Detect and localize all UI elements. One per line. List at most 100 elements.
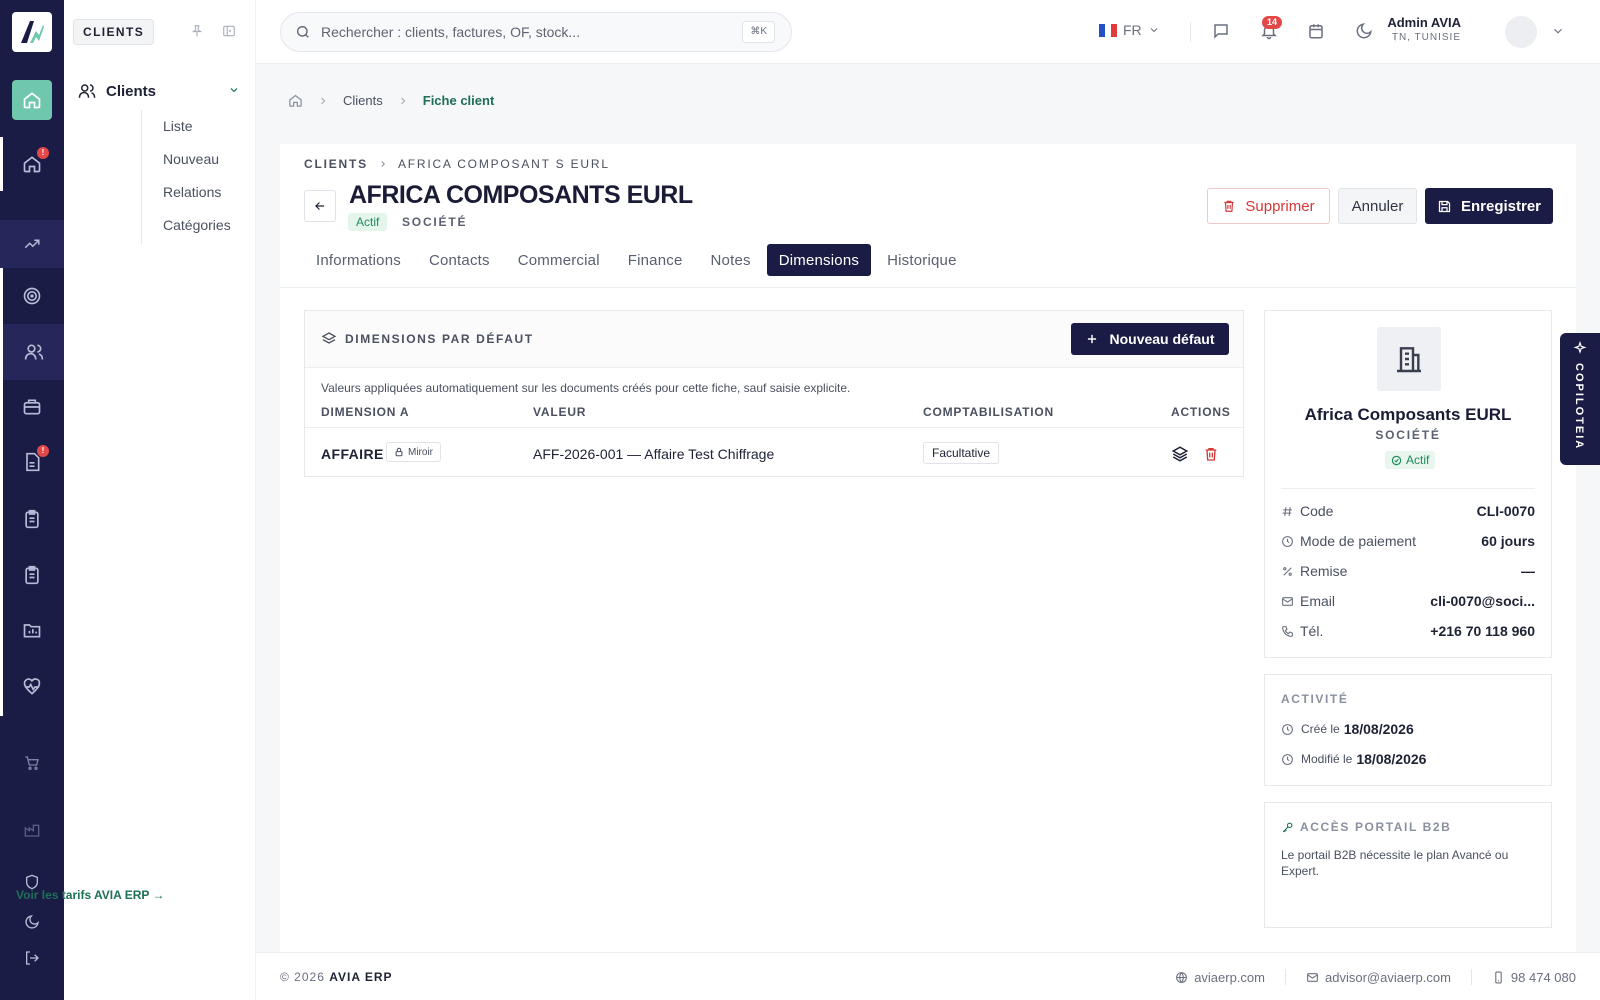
search-input[interactable]	[321, 24, 731, 40]
field-phone: Tél. +216 70 118 960	[1281, 623, 1535, 639]
user-menu[interactable]: Admin AVIA TN, TUNISIE	[1387, 15, 1461, 43]
footer-email[interactable]: advisor@aviaerp.com	[1306, 970, 1451, 985]
rail-orders-button[interactable]	[12, 499, 52, 539]
activity-title: ACTIVITÉ	[1281, 692, 1349, 706]
profile-card: Africa Composants EURL SOCIÉTÉ Actif Cod…	[1264, 310, 1552, 658]
footer-brand: AVIA ERP	[329, 970, 393, 984]
breadcrumb-clients[interactable]: Clients	[343, 93, 383, 108]
moon-icon[interactable]	[1355, 22, 1373, 40]
tab-historique[interactable]: Historique	[875, 244, 969, 276]
rail-sales-button[interactable]	[0, 220, 64, 268]
rail-clients-button[interactable]	[3, 324, 64, 380]
created-value: 18/08/2026	[1343, 721, 1414, 737]
lock-icon	[395, 447, 403, 457]
chevron-down-icon[interactable]	[1551, 24, 1565, 38]
calendar-icon[interactable]	[1307, 22, 1325, 40]
tab-notes[interactable]: Notes	[699, 244, 763, 276]
footer-phone[interactable]: 98 474 080	[1492, 970, 1576, 985]
footer-phone-label: 98 474 080	[1510, 969, 1576, 985]
trash-icon[interactable]	[1203, 445, 1219, 463]
moon-icon	[25, 915, 39, 929]
back-button[interactable]	[304, 190, 336, 222]
created-label: Créé le	[1301, 722, 1340, 736]
language-selector[interactable]: FR	[1099, 22, 1160, 38]
sidebar-group-label: Clients	[106, 82, 157, 100]
shortcut-hint: ⌘K	[742, 21, 775, 43]
rail-cart-button[interactable]	[12, 743, 52, 783]
rail-invoices-button[interactable]: !	[12, 442, 52, 482]
b2b-header: ACCÈS PORTAIL B2B	[1281, 820, 1451, 834]
copilot-tab[interactable]: COPILOTEIA	[1560, 333, 1600, 465]
header-section[interactable]: CLIENTS	[304, 157, 368, 171]
page-title: AFRICA COMPOSANTS EURL	[349, 181, 693, 209]
notification-count: 14	[1262, 16, 1283, 29]
b2b-text: Le portail B2B nécessite le plan Avancé …	[1281, 848, 1509, 878]
pin-icon[interactable]	[190, 24, 204, 38]
layers-icon[interactable]	[1171, 445, 1189, 463]
footer-copyright: © 2026 AVIA ERP	[280, 970, 393, 984]
app-logo[interactable]	[12, 12, 52, 52]
rail-health-button[interactable]	[12, 667, 52, 707]
chevron-down-icon	[1150, 28, 1158, 33]
tab-informations[interactable]: Informations	[304, 244, 413, 276]
rail-factory-button[interactable]	[12, 810, 52, 850]
tab-contacts[interactable]: Contacts	[417, 244, 502, 276]
heart-pulse-icon	[23, 678, 41, 695]
delete-button[interactable]: Supprimer	[1207, 188, 1330, 224]
field-value: 60 jours	[1481, 533, 1535, 549]
modified-row: Modifié le 18/08/2026	[1281, 751, 1426, 767]
save-label: Enregistrer	[1460, 197, 1542, 215]
section-tag: CLIENTS	[73, 19, 155, 45]
tab-finance[interactable]: Finance	[616, 244, 695, 276]
profile-status: Actif	[1406, 453, 1430, 467]
sparkle-icon	[1573, 341, 1587, 355]
footer-site[interactable]: aviaerp.com	[1175, 970, 1265, 985]
rail-reports-button[interactable]	[12, 610, 52, 650]
collapse-sidebar-icon[interactable]	[222, 24, 236, 38]
sidebar-item-liste[interactable]: Liste	[163, 118, 193, 134]
tab-dimensions[interactable]: Dimensions	[766, 244, 872, 276]
dimensions-description: Valeurs appliquées automatiquement sur l…	[321, 381, 851, 395]
sidebar-item-relations[interactable]: Relations	[163, 184, 221, 200]
home-icon[interactable]	[288, 93, 303, 108]
sidebar-item-nouveau[interactable]: Nouveau	[163, 151, 219, 167]
b2b-title: ACCÈS PORTAIL B2B	[1300, 820, 1452, 834]
cancel-button[interactable]: Annuler	[1338, 188, 1417, 224]
modified-label: Modifié le	[1301, 752, 1353, 766]
field-value: CLI-0070	[1476, 503, 1535, 519]
rail-dashboard-button[interactable]: !	[12, 144, 52, 184]
mirror-label: Miroir	[408, 446, 433, 458]
footer-year: © 2026	[280, 970, 325, 984]
profile-status-badge: Actif	[1385, 451, 1436, 469]
pricing-link[interactable]: Voir les tarifs AVIA ERP →	[16, 888, 165, 902]
target-icon	[23, 287, 41, 305]
rail-alert-badge: !	[37, 147, 49, 159]
user-location: TN, TUNISIE	[1391, 32, 1461, 43]
rail-targets-button[interactable]	[12, 276, 52, 316]
avatar[interactable]	[1505, 16, 1537, 48]
sidebar-group-clients[interactable]: Clients	[78, 80, 248, 102]
save-button[interactable]: Enregistrer	[1425, 188, 1553, 224]
global-search[interactable]: ⌘K	[280, 12, 792, 52]
field-value[interactable]: +216 70 118 960	[1430, 623, 1535, 639]
rail-briefcase-button[interactable]	[12, 387, 52, 427]
logout-icon	[26, 951, 39, 965]
value-cell: AFF-2026-001 — Affaire Test Chiffrage	[533, 446, 775, 462]
new-default-button[interactable]: Nouveau défaut	[1071, 323, 1229, 355]
factory-icon	[24, 824, 40, 837]
rail-theme-button[interactable]	[12, 902, 52, 942]
clipboard-list-icon	[25, 565, 39, 585]
field-value[interactable]: cli-0070@soci...	[1430, 593, 1535, 609]
sidebar-item-categories[interactable]: Catégories	[163, 217, 231, 233]
tab-commercial[interactable]: Commercial	[506, 244, 612, 276]
rail-logout-button[interactable]	[12, 938, 52, 978]
rail-home-button[interactable]	[12, 80, 52, 120]
messages-icon[interactable]	[1212, 22, 1230, 40]
activity-card: ACTIVITÉ Créé le 18/08/2026 Modifié le 1…	[1264, 674, 1552, 786]
save-icon	[1438, 200, 1451, 212]
user-name: Admin AVIA	[1387, 15, 1461, 30]
field-code: Code CLI-0070	[1281, 503, 1535, 519]
chevron-right-icon	[317, 95, 329, 107]
header-entity: AFRICA COMPOSANT S EURL	[397, 157, 610, 171]
rail-production-button[interactable]	[12, 555, 52, 595]
